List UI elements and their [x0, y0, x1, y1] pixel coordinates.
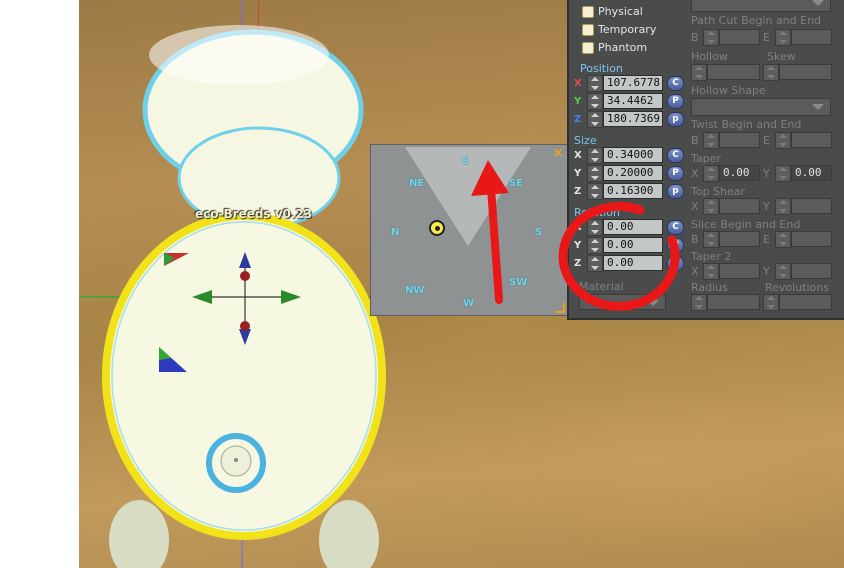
red-arrow-head [471, 160, 509, 196]
red-arrow-shaft [487, 184, 503, 304]
annotation-overlay [471, 160, 680, 311]
red-circle-annotation [558, 201, 680, 311]
